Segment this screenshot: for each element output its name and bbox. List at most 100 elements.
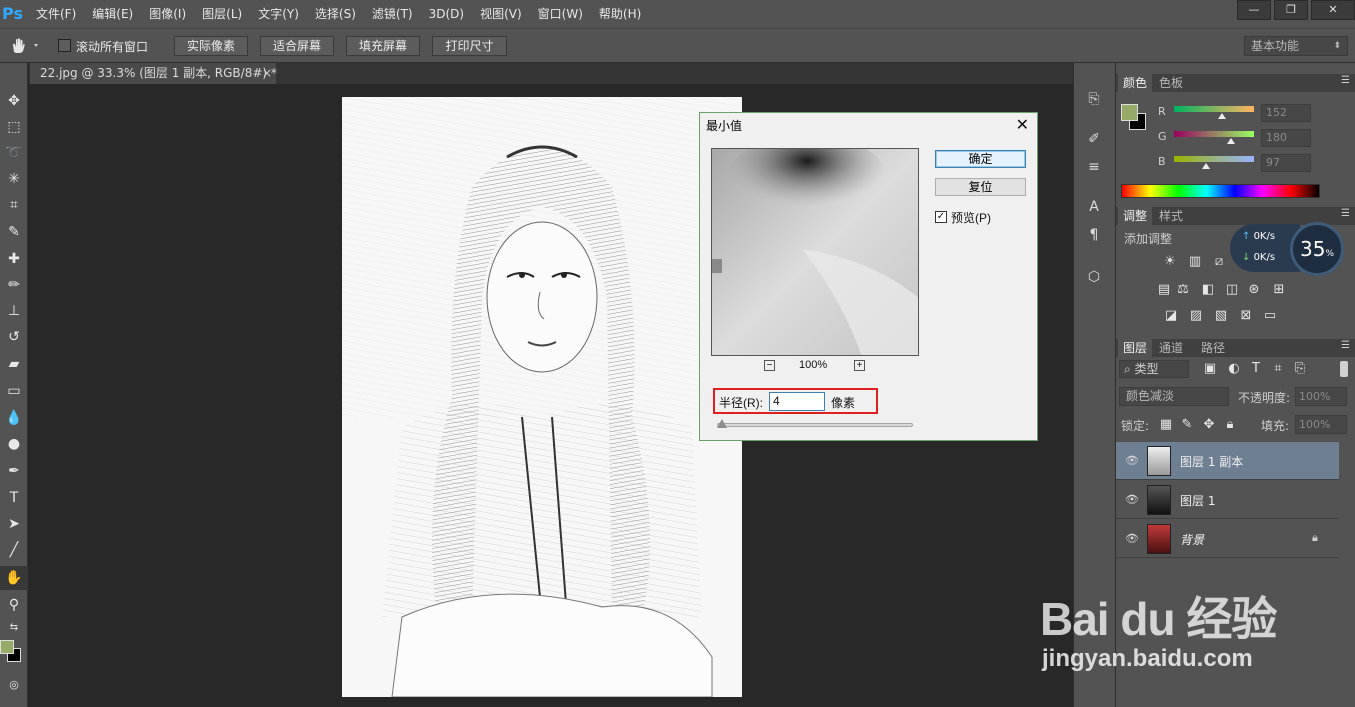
fit-screen-button[interactable]: 适合屏幕 (260, 36, 334, 56)
zoom-tool-icon[interactable]: ⚲ (0, 593, 28, 617)
layer-filter-select[interactable]: ⌕ 类型 (1119, 360, 1189, 378)
usage-percent-circle[interactable]: 35% (1290, 222, 1344, 276)
menu-edit[interactable]: 编辑(E) (84, 0, 141, 28)
print-size-button[interactable]: 打印尺寸 (432, 36, 507, 56)
opacity-field[interactable]: 100% (1295, 387, 1347, 406)
photo-filter-icon[interactable]: ⊛ (1246, 282, 1262, 298)
reset-button[interactable]: 复位 (935, 178, 1026, 196)
blend-mode-select[interactable]: 颜色减淡 (1119, 387, 1229, 406)
blur-tool-icon[interactable]: 💧 (0, 406, 28, 430)
actual-pixels-button[interactable]: 实际像素 (174, 36, 248, 56)
eyedropper-tool-icon[interactable]: ✎ (0, 220, 28, 244)
close-dialog-icon[interactable]: ✕ (1016, 115, 1029, 135)
brush-tool-icon[interactable]: ✏ (0, 273, 28, 297)
radius-slider[interactable] (716, 419, 913, 428)
brush-presets-icon[interactable]: ≡ (1084, 157, 1104, 177)
filter-smart-object-icon[interactable]: ⎘ (1292, 361, 1308, 377)
lock-transparent-icon[interactable]: ▦ (1158, 417, 1174, 433)
brightness-icon[interactable]: ☀ (1162, 254, 1178, 270)
menu-view[interactable]: 视图(V) (472, 0, 530, 28)
tab-paths[interactable]: 路径 (1196, 339, 1230, 357)
foreground-color-swatch[interactable] (0, 640, 14, 654)
pen-tool-icon[interactable]: ✒ (0, 459, 28, 483)
paragraph-panel-icon[interactable]: ¶ (1084, 225, 1104, 245)
path-selection-tool-icon[interactable]: ➤ (0, 512, 28, 536)
lasso-tool-icon[interactable]: ➰ (0, 141, 28, 165)
type-tool-icon[interactable]: T (0, 486, 28, 510)
channel-mixer-icon[interactable]: ⊞ (1271, 282, 1287, 298)
visibility-eye-icon[interactable]: 👁︎ (1125, 532, 1139, 545)
eraser-tool-icon[interactable]: ▰ (0, 352, 28, 376)
close-document-icon[interactable]: × (262, 63, 272, 84)
restore-button[interactable]: ❐ (1274, 0, 1308, 20)
color-spectrum-bar[interactable] (1121, 184, 1320, 198)
hue-saturation-icon[interactable]: ⚖ (1175, 282, 1191, 298)
visibility-eye-icon[interactable]: 👁︎ (1125, 493, 1139, 506)
quick-mask-icon[interactable]: ◎ (0, 673, 28, 697)
swap-colors-icon[interactable]: ⇆ (0, 616, 28, 640)
hand-tool-preset-icon[interactable] (8, 36, 42, 56)
menu-file[interactable]: 文件(F) (28, 0, 84, 28)
color-balance-icon[interactable]: ◧ (1200, 282, 1216, 298)
menu-filter[interactable]: 滤镜(T) (364, 0, 421, 28)
menu-select[interactable]: 选择(S) (307, 0, 364, 28)
curves-icon[interactable]: ⧄ (1211, 254, 1227, 270)
minimize-button[interactable]: — (1237, 0, 1271, 20)
b-field[interactable]: 97 (1261, 154, 1311, 172)
menu-help[interactable]: 帮助(H) (591, 0, 649, 28)
black-white-icon[interactable]: ◫ (1224, 282, 1240, 298)
3d-panel-icon[interactable]: ⬡ (1084, 267, 1104, 287)
workspace-select[interactable]: 基本功能 ⬍ (1244, 36, 1348, 56)
lock-image-icon[interactable]: ✎ (1179, 417, 1195, 433)
history-brush-tool-icon[interactable]: ↺ (0, 325, 28, 349)
layer-row[interactable]: 👁︎ 背景 🔒︎ (1116, 520, 1339, 558)
b-slider-thumb[interactable] (1202, 163, 1210, 169)
menu-layer[interactable]: 图层(L) (194, 0, 250, 28)
document-tab[interactable]: 22.jpg @ 33.3% (图层 1 副本, RGB/8#) * × (30, 63, 277, 84)
panel-menu-icon[interactable]: ☰ (1341, 75, 1350, 86)
scroll-all-windows-checkbox[interactable] (58, 39, 71, 52)
color-panel-fg-swatch[interactable] (1121, 104, 1138, 121)
menu-type[interactable]: 文字(Y) (250, 0, 307, 28)
filter-toggle[interactable] (1340, 361, 1348, 377)
levels-icon[interactable]: ▥ (1187, 254, 1203, 270)
filter-type-icon[interactable]: T (1248, 361, 1264, 377)
g-slider-thumb[interactable] (1227, 138, 1235, 144)
g-slider[interactable] (1174, 131, 1254, 137)
filter-shape-icon[interactable]: ⌗ (1270, 361, 1286, 377)
tab-styles[interactable]: 样式 (1154, 207, 1188, 225)
radius-input[interactable]: 4 (769, 392, 825, 411)
gradient-tool-icon[interactable]: ▭ (0, 379, 28, 403)
panel-menu-icon[interactable]: ☰ (1341, 208, 1350, 219)
layer-row[interactable]: 👁︎ 图层 1 (1116, 481, 1339, 519)
vibrance-icon[interactable]: ▤ (1156, 282, 1172, 298)
g-field[interactable]: 180 (1261, 129, 1311, 147)
dodge-tool-icon[interactable]: ● (0, 432, 28, 456)
move-tool-icon[interactable]: ✥ (0, 89, 28, 113)
brush-panel-icon[interactable]: ✐ (1084, 129, 1104, 149)
line-tool-icon[interactable]: ╱ (0, 538, 28, 562)
magic-wand-tool-icon[interactable]: ✳ (0, 167, 28, 191)
menu-image[interactable]: 图像(I) (141, 0, 194, 28)
document-canvas[interactable] (342, 97, 742, 697)
filter-preview[interactable] (711, 148, 919, 356)
tab-swatches[interactable]: 色板 (1154, 74, 1188, 92)
healing-brush-tool-icon[interactable]: ✚ (0, 247, 28, 271)
threshold-icon[interactable]: ▧ (1213, 308, 1229, 324)
selective-color-icon[interactable]: ⊠ (1238, 308, 1254, 324)
lock-all-icon[interactable]: 🔒︎ (1222, 417, 1238, 433)
panel-menu-icon[interactable]: ☰ (1341, 340, 1350, 351)
preview-checkbox[interactable]: ✓ (935, 211, 947, 223)
r-field[interactable]: 152 (1261, 104, 1311, 122)
visibility-eye-icon[interactable]: 👁︎ (1125, 454, 1139, 467)
clone-stamp-tool-icon[interactable]: ⊥ (0, 299, 28, 323)
ok-button[interactable]: 确定 (935, 150, 1026, 168)
zoom-in-icon[interactable]: + (854, 360, 865, 371)
tab-layers[interactable]: 图层 (1118, 339, 1153, 357)
marquee-tool-icon[interactable]: ⬚ (0, 115, 28, 139)
hand-tool-icon[interactable]: ✋ (0, 566, 28, 590)
b-slider[interactable] (1174, 156, 1254, 162)
tab-channels[interactable]: 通道 (1154, 339, 1188, 357)
character-panel-icon[interactable]: A (1084, 197, 1104, 217)
zoom-out-icon[interactable]: − (764, 360, 775, 371)
